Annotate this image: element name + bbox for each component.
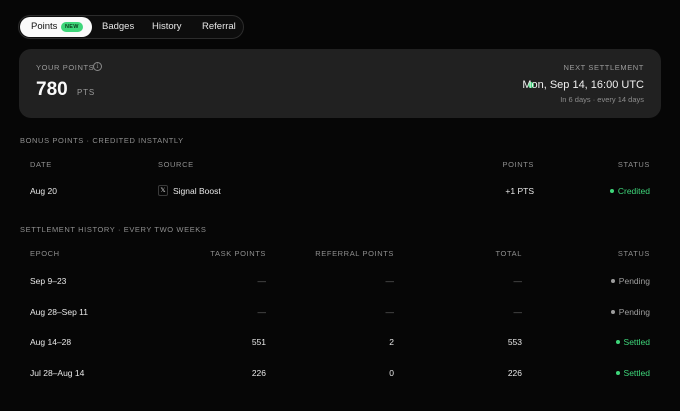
epoch-cell: Aug 14–28 <box>30 337 72 347</box>
task-points-cell: 226 <box>251 368 266 378</box>
col-task-points: TASK POINTS <box>210 249 266 258</box>
tab-bar: Points NEW Badges History Referral <box>18 15 244 39</box>
epoch-cell: Aug 28–Sep 11 <box>30 307 88 317</box>
task-points-cell: — <box>257 307 267 317</box>
next-settlement-label: NEXT SETTLEMENT <box>563 63 644 72</box>
status-badge: Pending <box>610 276 650 286</box>
tab-referral[interactable]: Referral <box>202 17 236 37</box>
bonus-col-status: STATUS <box>617 160 650 169</box>
tab-history[interactable]: History <box>152 17 182 37</box>
referral-points-cell: — <box>385 307 395 317</box>
total-cell: — <box>513 276 523 286</box>
points-card: YOUR POINTS i 780 PTS NEXT SETTLEMENT Mo… <box>19 49 661 118</box>
bonus-col-source: SOURCE <box>158 160 194 169</box>
tab-badges[interactable]: Badges <box>102 17 134 37</box>
status-dot-icon <box>610 278 615 283</box>
status-badge: Settled <box>615 368 650 378</box>
points-value: 780 <box>36 79 68 100</box>
bonus-col-points: POINTS <box>502 160 534 169</box>
your-points-label: YOUR POINTS <box>36 63 95 72</box>
status-dot-icon <box>609 188 614 193</box>
status-badge: Settled <box>615 337 650 347</box>
bonus-points: +1 PTS <box>505 186 534 196</box>
total-cell: 553 <box>507 337 522 347</box>
status-badge: Credited <box>609 186 650 196</box>
status-dot-icon <box>610 309 615 314</box>
task-points-cell: 551 <box>251 337 266 347</box>
col-epoch: EPOCH <box>30 249 60 258</box>
total-cell: 226 <box>507 368 522 378</box>
total-cell: — <box>513 307 523 317</box>
task-points-cell: — <box>257 276 267 286</box>
status-label: Pending <box>618 276 650 286</box>
status-label: Pending <box>618 307 650 317</box>
tab-points-label: Points <box>31 21 58 32</box>
status-badge: Pending <box>610 307 650 317</box>
status-label: Credited <box>617 186 650 196</box>
status-dot-icon <box>615 339 620 344</box>
referral-points-cell: 2 <box>389 337 394 347</box>
points-page: Points NEW Badges History Referral YOUR … <box>0 0 680 411</box>
status-label: Settled <box>623 337 650 347</box>
tab-points[interactable]: Points NEW <box>20 17 92 37</box>
col-status: STATUS <box>617 249 650 258</box>
next-settlement-schedule: In 6 days · every 14 days <box>560 95 644 104</box>
status-label: Settled <box>623 368 650 378</box>
new-badge: NEW <box>61 22 83 32</box>
epoch-cell: Jul 28–Aug 14 <box>30 368 85 378</box>
bonus-date: Aug 20 <box>30 186 57 196</box>
referral-points-cell: — <box>385 276 395 286</box>
col-referral-points: REFERRAL POINTS <box>315 249 394 258</box>
bonus-col-date: DATE <box>30 160 52 169</box>
points-unit: PTS <box>77 88 95 97</box>
referral-points-cell: 0 <box>389 368 394 378</box>
status-dot-icon <box>615 370 620 375</box>
next-settlement-date: Mon, Sep 14, 16:00 UTC <box>522 79 644 91</box>
info-icon[interactable]: i <box>93 62 102 71</box>
x-logo-icon: 𝕏 <box>158 185 168 196</box>
bonus-source: Signal Boost <box>173 186 221 196</box>
col-total: TOTAL <box>495 249 522 258</box>
settlement-section-title: SETTLEMENT HISTORY · EVERY TWO WEEKS <box>20 225 207 234</box>
epoch-cell: Sep 9–23 <box>30 276 67 286</box>
bonus-section-title: BONUS POINTS · CREDITED INSTANTLY <box>20 136 184 145</box>
